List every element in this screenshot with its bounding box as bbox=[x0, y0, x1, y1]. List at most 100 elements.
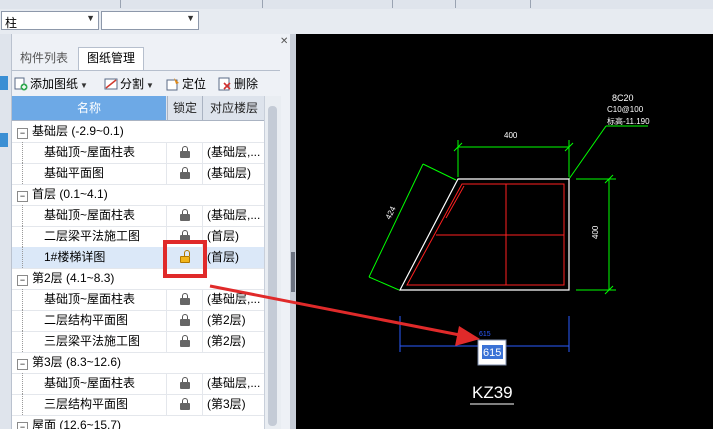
tree-connector bbox=[22, 247, 24, 268]
drawing-name: 1#楼梯详图 bbox=[44, 250, 106, 264]
lock-body bbox=[180, 151, 190, 158]
tree-group-row[interactable]: − 屋面 (12.6~15.7) bbox=[12, 415, 264, 429]
tree-group-row[interactable]: − 第2层 (4.1~8.3) bbox=[12, 268, 264, 290]
add-drawing-label: 添加图纸 bbox=[30, 77, 79, 91]
lock-cell[interactable] bbox=[166, 394, 203, 415]
add-drawing-icon bbox=[14, 77, 28, 91]
floor-cell: (基础层,... bbox=[202, 289, 264, 310]
tree-item-row[interactable]: 三层结构平面图 (第3层) bbox=[12, 394, 264, 416]
dimension-edit-value[interactable]: 615 bbox=[483, 347, 501, 359]
tree-group-row[interactable]: − 第3层 (8.3~12.6) bbox=[12, 352, 264, 374]
floor-cell: (基础层,... bbox=[202, 142, 264, 163]
floor-group-label: 首层 (0.1~4.1) bbox=[32, 187, 108, 201]
lock-icon[interactable] bbox=[180, 167, 190, 179]
split-label: 分割 bbox=[120, 77, 145, 91]
close-icon[interactable]: ✕ bbox=[280, 36, 288, 47]
lock-icon[interactable] bbox=[180, 398, 190, 410]
chevron-down-icon[interactable]: ▼ bbox=[80, 81, 88, 90]
row-name-cell: 基础顶~屋面柱表 bbox=[12, 289, 166, 310]
grid-header: 名称 锁定 对应楼层 bbox=[12, 96, 264, 121]
highlight-box bbox=[163, 240, 207, 278]
tab-drawing-manager[interactable]: 图纸管理 bbox=[78, 47, 145, 71]
lock-body bbox=[180, 214, 190, 221]
lock-cell[interactable] bbox=[166, 142, 203, 163]
component-name-combo[interactable]: ▼ bbox=[101, 11, 199, 30]
locate-button[interactable]: 定位 bbox=[166, 75, 206, 93]
drawing-name: 二层结构平面图 bbox=[44, 313, 129, 327]
lock-cell[interactable] bbox=[166, 331, 203, 352]
tab-component-list[interactable]: 构件列表 bbox=[12, 48, 76, 69]
lock-icon[interactable] bbox=[180, 314, 190, 326]
cad-drawing-canvas[interactable]: 400 400 424 8C20 C10@100 标高-11.190 615 6… bbox=[296, 34, 713, 429]
tree-connector bbox=[22, 331, 24, 352]
scrollbar-thumb[interactable] bbox=[268, 106, 277, 426]
component-type-combo[interactable]: 柱 ▼ bbox=[1, 11, 99, 30]
lock-cell[interactable] bbox=[166, 373, 203, 394]
floor-cell: (首层) bbox=[202, 247, 264, 268]
lock-body bbox=[180, 382, 190, 389]
dim-slant-ext bbox=[368, 276, 400, 291]
panel-tabs: 构件列表 图纸管理 bbox=[12, 34, 292, 71]
tree-item-row[interactable]: 基础顶~屋面柱表 (基础层,... bbox=[12, 289, 264, 311]
drawing-name: 基础顶~屋面柱表 bbox=[44, 376, 136, 390]
lock-icon[interactable] bbox=[180, 335, 190, 347]
strip-separator bbox=[455, 0, 456, 8]
tree-connector bbox=[22, 226, 24, 247]
lock-icon[interactable] bbox=[180, 293, 190, 305]
column-header-name[interactable]: 名称 bbox=[12, 96, 166, 120]
splitter-grip[interactable] bbox=[291, 252, 295, 292]
lock-cell[interactable] bbox=[166, 289, 203, 310]
lock-cell[interactable] bbox=[166, 163, 203, 184]
floor-group-label: 第3层 (8.3~12.6) bbox=[32, 355, 122, 369]
split-button[interactable]: 分割 ▼ bbox=[104, 75, 154, 93]
tree-item-row[interactable]: 基础顶~屋面柱表 (基础层,... bbox=[12, 205, 264, 227]
collapse-icon[interactable]: − bbox=[17, 422, 28, 429]
lock-cell[interactable] bbox=[166, 205, 203, 226]
column-header-floor[interactable]: 对应楼层 bbox=[202, 96, 264, 120]
tree-item-row[interactable]: 基础平面图 (基础层) bbox=[12, 163, 264, 185]
rebar-elevation-text: 标高-11.190 bbox=[607, 116, 650, 126]
row-name-cell: 三层梁平法施工图 bbox=[12, 331, 166, 352]
tree-item-row[interactable]: 二层结构平面图 (第2层) bbox=[12, 310, 264, 332]
dim-slant-text: 424 bbox=[384, 204, 398, 220]
dim-bottom-text: 615 bbox=[479, 331, 491, 338]
tree-item-row[interactable]: 三层梁平法施工图 (第2层) bbox=[12, 331, 264, 353]
grid-vertical-scrollbar[interactable] bbox=[264, 96, 281, 429]
lock-body bbox=[180, 172, 190, 179]
row-name-cell: 二层结构平面图 bbox=[12, 310, 166, 331]
row-name-cell: − 首层 (0.1~4.1) bbox=[12, 184, 166, 205]
chevron-down-icon[interactable]: ▼ bbox=[146, 81, 154, 90]
lock-icon[interactable] bbox=[180, 209, 190, 221]
lock-icon[interactable] bbox=[180, 377, 190, 389]
delete-button[interactable]: 删除 bbox=[218, 75, 258, 93]
column-header-lock[interactable]: 锁定 bbox=[167, 96, 202, 120]
tree-item-row[interactable]: 二层梁平法施工图 (首层) bbox=[12, 226, 264, 248]
tree-item-row[interactable]: 1#楼梯详图 (首层) bbox=[12, 247, 264, 269]
row-name-cell: 基础顶~屋面柱表 bbox=[12, 205, 166, 226]
add-drawing-button[interactable]: 添加图纸 ▼ bbox=[14, 75, 88, 93]
row-name-cell: 基础顶~屋面柱表 bbox=[12, 373, 166, 394]
chevron-down-icon[interactable]: ▼ bbox=[186, 13, 195, 23]
tree-group-row[interactable]: − 基础层 (-2.9~0.1) bbox=[12, 121, 264, 143]
strip-separator bbox=[530, 0, 531, 8]
drawing-name: 基础顶~屋面柱表 bbox=[44, 208, 136, 222]
rebar-stirrup-text: C10@100 bbox=[607, 105, 644, 114]
lock-icon[interactable] bbox=[180, 146, 190, 158]
drawing-name: 二层梁平法施工图 bbox=[44, 229, 141, 243]
drawing-name: 基础顶~屋面柱表 bbox=[44, 145, 136, 159]
row-name-cell: 基础平面图 bbox=[12, 163, 166, 184]
collapse-icon[interactable]: − bbox=[17, 191, 28, 202]
delete-label: 删除 bbox=[234, 77, 259, 91]
row-name-cell: − 第2层 (4.1~8.3) bbox=[12, 268, 166, 289]
collapse-icon[interactable]: − bbox=[17, 128, 28, 139]
dock-marker bbox=[0, 76, 8, 90]
tree-item-row[interactable]: 基础顶~屋面柱表 (基础层,... bbox=[12, 142, 264, 164]
row-name-cell: 二层梁平法施工图 bbox=[12, 226, 166, 247]
collapse-icon[interactable]: − bbox=[17, 359, 28, 370]
chevron-down-icon[interactable]: ▼ bbox=[86, 13, 95, 23]
lock-cell[interactable] bbox=[166, 310, 203, 331]
tree-item-row[interactable]: 基础顶~屋面柱表 (基础层,... bbox=[12, 373, 264, 395]
collapse-icon[interactable]: − bbox=[17, 275, 28, 286]
drawing-name: 基础平面图 bbox=[44, 166, 105, 180]
tree-group-row[interactable]: − 首层 (0.1~4.1) bbox=[12, 184, 264, 206]
